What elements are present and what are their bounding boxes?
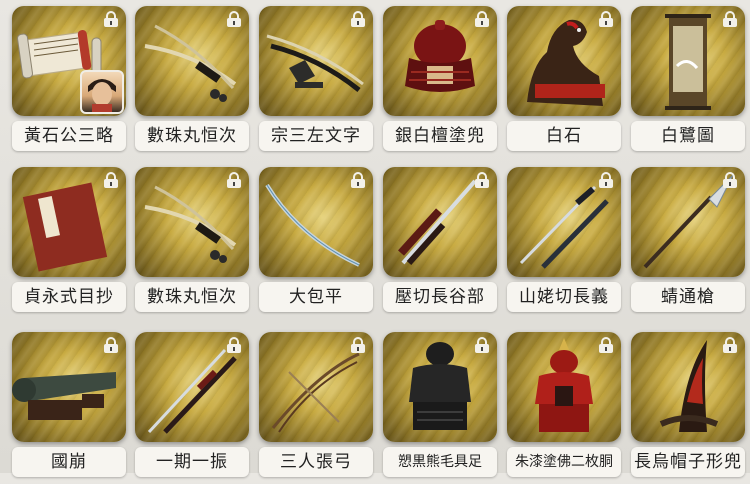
item-card[interactable]: 山姥切長義 (504, 164, 624, 319)
lock-icon (475, 11, 489, 27)
item-name: 宗三左文字 (259, 121, 373, 151)
item-card[interactable]: 銀白檀塗兜 (380, 3, 500, 158)
item-tile (631, 167, 745, 277)
item-card[interactable]: 數珠丸恒次 (132, 164, 252, 319)
item-card[interactable]: 大包平 (256, 164, 376, 319)
item-card[interactable]: 一期一振 (132, 329, 252, 484)
item-tile (12, 6, 126, 116)
item-card[interactable]: 蜻通槍 (628, 164, 748, 319)
item-name: 蜻通槍 (631, 282, 745, 312)
item-card[interactable]: 國崩 (9, 329, 129, 484)
lock-icon (351, 11, 365, 27)
item-tile (631, 332, 745, 442)
item-name: 白石 (507, 121, 621, 151)
item-name: 數珠丸恒次 (135, 121, 249, 151)
item-name: 數珠丸恒次 (135, 282, 249, 312)
item-name: 貞永式目抄 (12, 282, 126, 312)
item-tile (12, 167, 126, 277)
lock-icon (104, 337, 118, 353)
item-name: 銀白檀塗兜 (383, 121, 497, 151)
item-tile (383, 332, 497, 442)
lock-icon (104, 172, 118, 188)
item-tile (507, 167, 621, 277)
lock-icon (351, 337, 365, 353)
item-tile (383, 6, 497, 116)
item-tile (259, 332, 373, 442)
item-card[interactable]: 長烏帽子形兜 (628, 329, 748, 484)
item-card[interactable]: 宗三左文字 (256, 3, 376, 158)
lock-icon (723, 11, 737, 27)
item-tile (135, 167, 249, 277)
item-tile (135, 332, 249, 442)
lock-icon (723, 172, 737, 188)
lock-icon (227, 337, 241, 353)
item-card[interactable]: 數珠丸恒次 (132, 3, 252, 158)
item-tile (259, 167, 373, 277)
lock-icon (723, 337, 737, 353)
item-tile (383, 167, 497, 277)
lock-icon (599, 172, 613, 188)
officer-avatar (80, 70, 124, 114)
item-card[interactable]: 黃石公三略 (9, 3, 129, 158)
item-tile (12, 332, 126, 442)
item-name: 黃石公三略 (12, 121, 126, 151)
lock-icon (475, 172, 489, 188)
item-name: 山姥切長義 (507, 282, 621, 312)
item-name: 壓切長谷部 (383, 282, 497, 312)
lock-icon (227, 172, 241, 188)
item-card[interactable]: 三人張弓 (256, 329, 376, 484)
lock-icon (599, 11, 613, 27)
lock-icon (227, 11, 241, 27)
item-card[interactable]: 貞永式目抄 (9, 164, 129, 319)
item-name: 大包平 (259, 282, 373, 312)
item-name: 白鷺圖 (631, 121, 745, 151)
item-card[interactable]: 白鷺圖 (628, 3, 748, 158)
item-card[interactable]: 白石 (504, 3, 624, 158)
lock-icon (475, 337, 489, 353)
item-card[interactable]: 朱漆塗佛二枚胴 (504, 329, 624, 484)
item-card[interactable]: 愬黒熊毛具足 (380, 329, 500, 484)
item-tile (631, 6, 745, 116)
lock-icon (599, 337, 613, 353)
item-card[interactable]: 壓切長谷部 (380, 164, 500, 319)
lock-icon (351, 172, 365, 188)
item-tile (507, 6, 621, 116)
item-tile (259, 6, 373, 116)
item-tile (135, 6, 249, 116)
lock-icon (104, 11, 118, 27)
item-grid: 黃石公三略 數珠丸恒次 宗三左文字 銀白檀塗兜 白石 白鷺圖 貞永式目抄 數珠丸… (0, 0, 750, 477)
item-tile (507, 332, 621, 442)
